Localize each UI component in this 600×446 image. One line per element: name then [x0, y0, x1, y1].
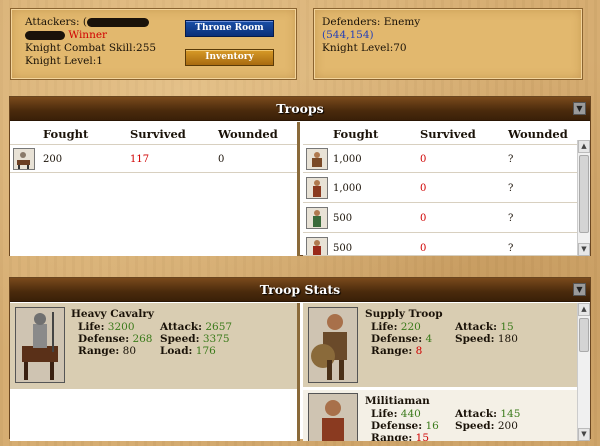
troops-title: Troops [276, 101, 324, 116]
fought-value: 1,000 [333, 154, 362, 165]
table-row: 1,000 0 ? [303, 174, 577, 203]
defender-label: Defenders: Enemy [322, 16, 421, 28]
table-row: 1,000 0 ? [303, 144, 577, 173]
troop-stats-title: Troop Stats [259, 282, 341, 297]
defender-troops: Fought Survived Wounded 1,000 0 ? 1,000 … [303, 122, 590, 256]
col-wounded: Wounded [508, 127, 568, 141]
wounded-value: ? [508, 213, 514, 224]
stat-load: Load: 176 [160, 345, 216, 357]
troops-scrollbar[interactable]: ▲ ▼ [577, 140, 590, 256]
stat-defense: Defense: 16 [371, 420, 439, 432]
col-fought: Fought [333, 127, 379, 141]
col-wounded: Wounded [218, 127, 278, 141]
table-row: 500 0 ? [303, 204, 577, 233]
attacker-label: Attackers: ( [25, 16, 87, 28]
scout-icon[interactable] [306, 207, 328, 229]
fought-value: 200 [43, 154, 63, 165]
unit-name: Militiaman [365, 395, 430, 407]
collapse-toggle-icon[interactable]: ▼ [573, 102, 586, 115]
stat-speed: Speed: 180 [455, 333, 518, 345]
stat-attack: Attack: 15 [455, 321, 514, 333]
scroll-down-icon[interactable]: ▼ [578, 428, 590, 441]
heavy-cavalry-card: Heavy Cavalry Life: 3200 Attack: 2657 De… [10, 303, 297, 389]
scroll-up-icon[interactable]: ▲ [578, 140, 590, 153]
wounded-value: 0 [218, 154, 225, 165]
stat-life: Life: 440 [371, 408, 421, 420]
wounded-value: ? [508, 154, 514, 165]
pikeman-icon[interactable] [306, 237, 328, 255]
defender-level: Knight Level:70 [322, 42, 407, 54]
supply-troop-icon[interactable] [306, 148, 328, 170]
scroll-down-icon[interactable]: ▼ [578, 243, 590, 256]
heavy-cavalry-portrait-icon[interactable] [15, 307, 65, 383]
heavy-cavalry-icon[interactable] [13, 148, 35, 170]
attacker-summary: Attackers: ( Winner Knight Combat Skill:… [10, 8, 297, 80]
scroll-thumb[interactable] [579, 155, 589, 233]
scroll-thumb[interactable] [579, 318, 589, 352]
survived-value: 0 [420, 213, 427, 224]
troop-stats-panel: Troop Stats ▼ Heavy Cavalry Life: 3200 At… [9, 277, 591, 441]
unit-name: Heavy Cavalry [71, 308, 154, 320]
defender-coords-link[interactable]: (544,154) [322, 29, 374, 41]
attacker-combat-skill: Knight Combat Skill:255 [25, 42, 157, 54]
attacker-result-line: Winner [25, 29, 107, 41]
redacted-name-2 [25, 30, 65, 40]
stat-life: Life: 220 [371, 321, 421, 333]
collapse-toggle-icon[interactable]: ▼ [573, 283, 586, 296]
militiaman-icon[interactable] [306, 177, 328, 199]
wounded-value: ? [508, 243, 514, 254]
stat-attack: Attack: 145 [455, 408, 521, 420]
stat-defense: Defense: 268 [78, 333, 153, 345]
supply-troop-portrait-icon[interactable] [308, 307, 358, 383]
attacker-stats: Heavy Cavalry Life: 3200 Attack: 2657 De… [10, 303, 300, 441]
stat-defense: Defense: 4 [371, 333, 433, 345]
col-survived: Survived [420, 127, 476, 141]
stat-range: Range: 8 [371, 345, 423, 357]
stat-range: Range: 15 [371, 432, 430, 441]
militiaman-card: Militiaman Life: 440 Attack: 145 Defense… [303, 390, 577, 441]
fought-value: 1,000 [333, 183, 362, 194]
defender-stats: Supply Troop Life: 220 Attack: 15 Defens… [303, 303, 590, 441]
stat-speed: Speed: 3375 [160, 333, 230, 345]
attacker-level: Knight Level:1 [25, 55, 103, 67]
col-survived: Survived [130, 127, 186, 141]
stat-range: Range: 80 [78, 345, 137, 357]
attacker-label-line: Attackers: ( [25, 16, 149, 28]
fought-value: 500 [333, 243, 353, 254]
attacker-troops: Fought Survived Wounded 200 117 0 [10, 122, 300, 256]
fought-value: 500 [333, 213, 353, 224]
survived-value: 0 [420, 243, 427, 254]
stat-life: Life: 3200 [78, 321, 135, 333]
inventory-button[interactable]: Inventory [185, 49, 274, 66]
stat-speed: Speed: 200 [455, 420, 518, 432]
col-fought: Fought [43, 127, 89, 141]
unit-name: Supply Troop [365, 308, 443, 320]
troops-header: Troops ▼ [10, 97, 590, 121]
stat-attack: Attack: 2657 [160, 321, 233, 333]
troop-stats-header: Troop Stats ▼ [10, 278, 590, 302]
redacted-name [86, 17, 149, 27]
table-row: 500 0 ? [303, 234, 577, 256]
supply-troop-card: Supply Troop Life: 220 Attack: 15 Defens… [303, 303, 577, 387]
survived-value: 0 [420, 183, 427, 194]
scroll-up-icon[interactable]: ▲ [578, 303, 590, 316]
attacker-result: Winner [68, 29, 108, 41]
troops-panel: Troops ▼ Fought Survived Wounded 200 117 … [9, 96, 591, 256]
survived-value: 0 [420, 154, 427, 165]
survived-value: 117 [130, 154, 150, 165]
throne-room-button[interactable]: Throne Room [185, 20, 274, 37]
defender-summary: Defenders: Enemy (544,154) Knight Level:… [313, 8, 583, 80]
table-row: 200 117 0 [10, 144, 297, 173]
stats-scrollbar[interactable]: ▲ ▼ [577, 303, 590, 441]
wounded-value: ? [508, 183, 514, 194]
militiaman-portrait-icon[interactable] [308, 393, 358, 441]
